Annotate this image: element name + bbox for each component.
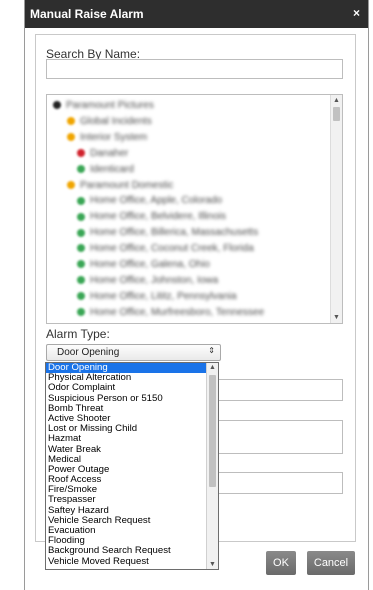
- manual-raise-alarm-dialog: Manual Raise Alarm × Search By Name: Par…: [24, 0, 369, 590]
- tree-node-label: Home Office, Apple, Colorado: [90, 195, 223, 207]
- dropdown-scroll-thumb[interactable]: [209, 375, 216, 487]
- tree-node[interactable]: Global Incidents: [67, 116, 152, 130]
- tree-node[interactable]: Home Office, Coconut Creek, Florida: [77, 243, 254, 257]
- green-dot-icon: [77, 164, 85, 173]
- tree-node[interactable]: Home Office, Lititz, Pennsylvania: [77, 291, 237, 305]
- alarm-type-option[interactable]: Vehicle Moved Request: [46, 556, 218, 567]
- green-dot-icon: [77, 308, 85, 317]
- dropdown-scroll-up-icon[interactable]: ▲: [209, 364, 216, 371]
- tree-scrollbar[interactable]: ▲ ▼: [330, 95, 342, 323]
- tree-node[interactable]: Danaher: [77, 148, 128, 162]
- tree-node-label: Home Office, Belvidere, Illinois: [90, 211, 226, 223]
- green-dot-icon: [77, 212, 85, 221]
- tree-node-label: Identicard: [90, 163, 134, 175]
- tree-node-label: Home Office, Coconut Creek, Florida: [90, 243, 254, 255]
- green-dot-icon: [77, 292, 85, 301]
- scroll-up-icon[interactable]: ▲: [333, 97, 340, 104]
- tree-node-label: Home Office, Lititz, Pennsylvania: [90, 290, 237, 302]
- green-dot-icon: [77, 260, 85, 269]
- tree-node[interactable]: Paramount Pictures: [53, 100, 154, 114]
- tree-node-label: Global Incidents: [80, 115, 152, 127]
- dropdown-scrollbar[interactable]: ▲ ▼: [206, 363, 218, 569]
- orange-dot-icon: [67, 180, 75, 189]
- green-dot-icon: [77, 276, 85, 285]
- tree-node[interactable]: Home Office, Johnston, Iowa: [77, 275, 218, 289]
- alarm-type-selected-value: Door Opening: [57, 347, 120, 358]
- tree-node[interactable]: Home Office, Billerica, Massachusetts: [77, 227, 258, 241]
- ok-button[interactable]: OK: [266, 551, 296, 575]
- tree-node[interactable]: Interior System: [67, 132, 147, 146]
- tree-node[interactable]: Identicard: [77, 164, 134, 178]
- dropdown-scroll-down-icon[interactable]: ▼: [209, 561, 216, 568]
- alarm-type-dropdown-list[interactable]: Door Opening Physical Altercation Odor Com…: [45, 362, 219, 570]
- cancel-button[interactable]: Cancel: [307, 551, 355, 575]
- tree-scroll-thumb[interactable]: [333, 107, 340, 121]
- tree-node[interactable]: Home Office, Galena, Ohio: [77, 259, 210, 273]
- tree-node-label: Paramount Pictures: [66, 100, 154, 111]
- search-input[interactable]: [46, 59, 343, 79]
- tree-node-label: Interior System: [80, 131, 148, 143]
- select-chevron-icon: ⇕: [208, 346, 215, 355]
- dialog-title: Manual Raise Alarm: [30, 7, 144, 21]
- orange-dot-icon: [67, 117, 75, 126]
- tree-node-label: Home Office, Billerica, Massachusetts: [90, 227, 259, 239]
- alarm-type-label: Alarm Type:: [46, 327, 110, 341]
- tree-node-label: Paramount Domestic: [80, 179, 174, 191]
- green-dot-icon: [77, 244, 85, 253]
- red-dot-icon: [77, 149, 85, 158]
- black-dot-icon: [53, 101, 61, 110]
- close-icon[interactable]: ×: [353, 6, 360, 20]
- tree-node-label: Danaher: [90, 147, 129, 159]
- alarm-type-option[interactable]: Hazmat: [46, 434, 218, 444]
- tree-node-label: Home Office, Murfreesboro, Tennessee: [90, 306, 265, 318]
- tree-node[interactable]: Paramount Domestic: [67, 180, 173, 194]
- tree-node-label: Home Office, Johnston, Iowa: [90, 274, 219, 286]
- orange-dot-icon: [67, 133, 75, 142]
- tree-node[interactable]: Home Office, Murfreesboro, Tennessee: [77, 307, 264, 321]
- scroll-down-icon[interactable]: ▼: [333, 314, 340, 321]
- green-dot-icon: [77, 196, 85, 205]
- dialog-titlebar: Manual Raise Alarm ×: [25, 0, 368, 28]
- tree-node[interactable]: Home Office, Belvidere, Illinois: [77, 211, 226, 225]
- tree-node[interactable]: Home Office, Apple, Colorado: [77, 195, 222, 209]
- green-dot-icon: [77, 228, 85, 237]
- location-tree[interactable]: Paramount Pictures Global Incidents Interi…: [46, 94, 343, 324]
- tree-node-label: Home Office, Galena, Ohio: [90, 259, 210, 270]
- alarm-type-select[interactable]: Door Opening ⇕: [46, 344, 221, 361]
